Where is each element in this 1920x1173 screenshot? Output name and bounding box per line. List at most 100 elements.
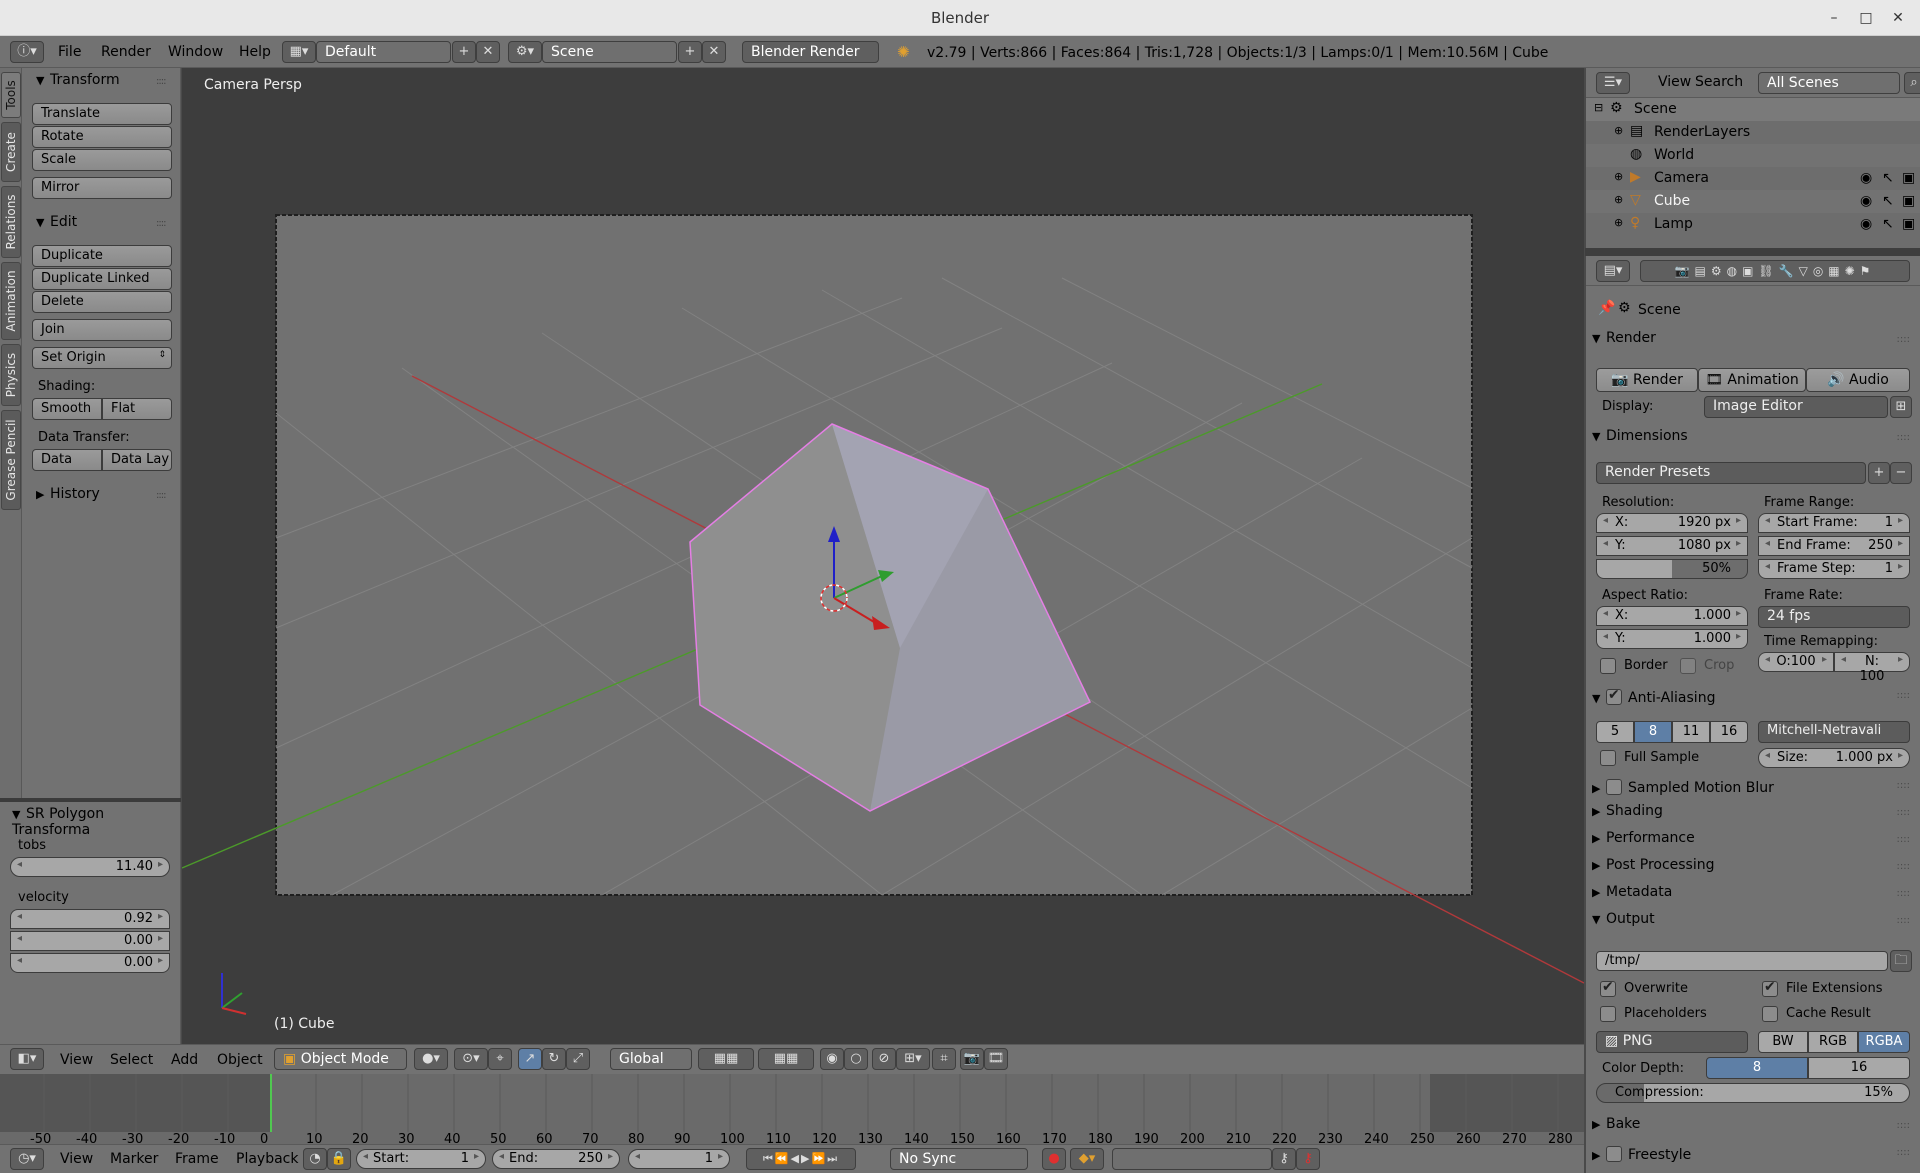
sampled-motion-blur-header[interactable]: ▶ Sampled Motion Blur:::: <box>1592 776 1914 800</box>
minimize-icon[interactable]: – <box>1824 8 1844 28</box>
viewport-shading-icon[interactable]: ●▾ <box>414 1048 448 1070</box>
aspect-x-field[interactable]: ◂ X: 1.000 ▸ <box>1596 606 1748 626</box>
menu-window[interactable]: Window <box>168 44 223 60</box>
join-button[interactable]: Join <box>32 319 172 341</box>
freestyle-checkbox[interactable] <box>1606 1146 1622 1162</box>
remap-new-field[interactable]: ◂ N: 100 ▸ <box>1834 652 1910 684</box>
panel-edit-header[interactable]: ▼ Edit <box>36 214 77 230</box>
outliner-editor-icon[interactable]: ☰▾ <box>1596 72 1630 94</box>
smooth-button[interactable]: Smooth <box>32 398 102 420</box>
frame-step-field[interactable]: ◂ Frame Step: 1 ▸ <box>1758 559 1910 579</box>
panel-transform-header[interactable]: ▼ Transform <box>36 72 120 88</box>
expand-icon[interactable]: ⊕ <box>1614 124 1623 137</box>
rotate-manipulator-icon[interactable]: ↻ <box>542 1048 566 1070</box>
frame-rate-dropdown[interactable]: 24 fps <box>1758 606 1910 628</box>
audio-button[interactable]: 🔊 Audio <box>1806 368 1910 392</box>
sync-mode-dropdown[interactable]: No Sync <box>890 1148 1028 1170</box>
data-layout-button[interactable]: Data Lay <box>102 449 172 471</box>
display-mode-dropdown[interactable]: All Scenes <box>1758 72 1900 94</box>
remove-preset-icon[interactable]: − <box>1890 462 1912 484</box>
aspect-y-field[interactable]: ◂ Y: 1.000 ▸ <box>1596 629 1748 649</box>
resolution-y-field[interactable]: ◂ Y: 1080 px ▸ <box>1596 536 1748 556</box>
drag-grip-icon[interactable]: :::: <box>1897 807 1910 818</box>
metadata-panel-header[interactable]: ▶ Metadata:::: <box>1592 884 1914 908</box>
render-panel-header[interactable]: ▼ Render:::: <box>1592 330 1914 354</box>
drag-grip-icon[interactable]: :::: <box>1897 334 1910 345</box>
visibility-eye-icon[interactable]: ◉ <box>1860 216 1872 232</box>
drag-grip-icon[interactable]: :::: <box>1897 1147 1910 1158</box>
animation-button[interactable]: 🎞 Animation <box>1698 368 1806 392</box>
editor-type-icon[interactable]: ◧▾ <box>10 1048 44 1070</box>
outliner-row-renderlayers[interactable]: ⊕ ▤ RenderLayers <box>1586 121 1920 144</box>
rotate-button[interactable]: Rotate <box>32 126 172 148</box>
expand-icon[interactable]: ⊕ <box>1614 193 1623 206</box>
remove-scene-icon[interactable]: ✕ <box>702 41 726 63</box>
snap-target-icon[interactable]: ⌗ <box>932 1048 956 1070</box>
render-camera-icon[interactable]: ▣ <box>1902 193 1915 209</box>
tab-relations[interactable]: Relations <box>1 186 21 258</box>
color-bw-button[interactable]: BW <box>1758 1031 1808 1053</box>
folder-icon[interactable]: 🗀 <box>1890 950 1912 972</box>
tab-create[interactable]: Create <box>1 122 21 182</box>
3d-viewport[interactable]: Camera Persp (1) Cube <box>182 68 1584 1044</box>
close-icon[interactable]: ✕ <box>1888 8 1908 28</box>
viewport-canvas[interactable] <box>182 68 1584 1044</box>
playback-controls[interactable]: ⏮⏪◀▶⏩⏭ <box>746 1148 856 1170</box>
drag-grip-icon[interactable]: :::: <box>1897 1120 1910 1131</box>
select-arrow-icon[interactable]: ↖ <box>1882 170 1894 186</box>
menu-help[interactable]: Help <box>239 44 271 60</box>
render-view-icon[interactable]: ⊞ <box>1890 396 1912 418</box>
drag-grip-icon[interactable]: :::: <box>1897 834 1910 845</box>
flat-button[interactable]: Flat <box>102 398 172 420</box>
layers-grid-icon[interactable]: ▦▦ <box>698 1048 754 1070</box>
proportional-edit-icon[interactable]: ○ <box>844 1048 868 1070</box>
menu-search[interactable]: Search <box>1695 74 1743 90</box>
outliner-row-world[interactable]: ◍ World <box>1586 144 1920 167</box>
drag-grip-icon[interactable]: :::: <box>156 218 167 229</box>
add-layout-icon[interactable]: + <box>452 41 476 63</box>
drag-grip-icon[interactable]: :::: <box>1897 780 1910 791</box>
drag-grip-icon[interactable]: :::: <box>1897 432 1910 443</box>
outliner-row-scene[interactable]: ⊟ ⚙ Scene <box>1586 98 1920 121</box>
color-rgba-button[interactable]: RGBA <box>1858 1031 1910 1053</box>
output-path-field[interactable]: /tmp/ <box>1596 951 1888 971</box>
manipulator-toggle-icon[interactable]: ⌖ <box>488 1048 512 1070</box>
shading-panel-header[interactable]: ▶ Shading:::: <box>1592 803 1914 827</box>
motion-blur-checkbox[interactable] <box>1606 779 1622 795</box>
aa-samples-5[interactable]: 5 <box>1596 721 1634 743</box>
render-camera-icon[interactable]: ▣ <box>1902 170 1915 186</box>
render-engine-dropdown[interactable]: Blender Render <box>742 41 879 63</box>
active-keying-set-field[interactable] <box>1112 1148 1272 1170</box>
crop-checkbox[interactable] <box>1680 658 1696 674</box>
drag-grip-icon[interactable]: :::: <box>156 490 167 501</box>
object-mode-dropdown[interactable]: ▣ Object Mode <box>274 1048 407 1070</box>
mirror-button[interactable]: Mirror <box>32 177 172 199</box>
search-icon[interactable]: ⌕ <box>1904 72 1920 94</box>
start-frame-field[interactable]: ◂ Start: 1 ▸ <box>356 1149 486 1169</box>
scene-dropdown[interactable]: Scene <box>542 41 677 63</box>
drag-grip-icon[interactable]: :::: <box>1897 690 1910 701</box>
velocity-z-field[interactable]: ◂ 0.00 ▸ <box>10 953 170 973</box>
resolution-percentage-slider[interactable]: 50% <box>1596 559 1748 579</box>
full-sample-checkbox[interactable] <box>1600 750 1616 766</box>
pin-icon[interactable]: 📌 <box>1598 300 1615 316</box>
timeline[interactable]: -50 -40 -30 -20 -10 0 10 20 30 40 50 60 70 80 90 100 110… <box>0 1074 1584 1147</box>
tab-animation[interactable]: Animation <box>1 262 21 340</box>
outliner-row-camera[interactable]: ⊕ ▶ Camera ◉ ↖ ▣ <box>1586 167 1920 190</box>
tab-physics[interactable]: Physics <box>1 344 21 406</box>
data-button[interactable]: Data <box>32 449 102 471</box>
panel-history-header[interactable]: ▶ History <box>36 486 100 502</box>
info-editor-type-icon[interactable]: ⓘ▾ <box>10 41 44 63</box>
remove-layout-icon[interactable]: ✕ <box>476 41 500 63</box>
lock-range-icon[interactable]: 🔒 <box>327 1148 351 1170</box>
expand-icon[interactable]: ⊕ <box>1614 170 1623 183</box>
post-processing-panel-header[interactable]: ▶ Post Processing:::: <box>1592 857 1914 881</box>
velocity-y-field[interactable]: ◂ 0.00 ▸ <box>10 931 170 951</box>
aa-filter-dropdown[interactable]: Mitchell-Netravali <box>1758 721 1910 743</box>
add-scene-icon[interactable]: + <box>678 41 702 63</box>
collapse-icon[interactable]: ⊟ <box>1594 101 1603 114</box>
drag-grip-icon[interactable]: :::: <box>1897 915 1910 926</box>
overwrite-checkbox[interactable] <box>1600 979 1616 997</box>
file-format-dropdown[interactable]: ▨ PNG <box>1596 1031 1748 1053</box>
pivot-point-icon[interactable]: ⊙▾ <box>454 1048 488 1070</box>
